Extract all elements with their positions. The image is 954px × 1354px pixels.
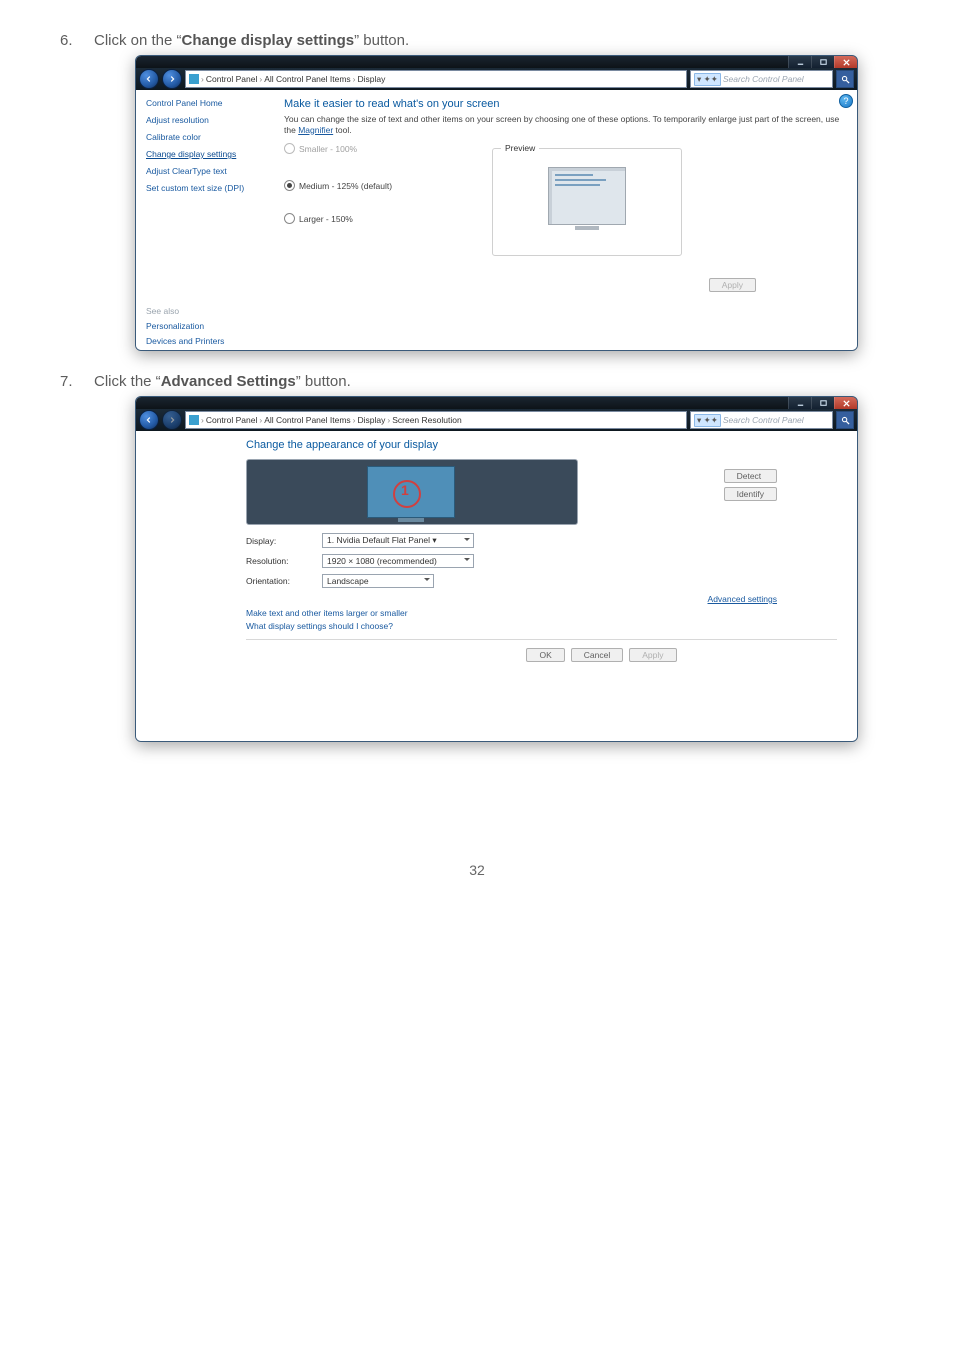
forward-button[interactable]: [162, 69, 182, 89]
what-settings-link[interactable]: What display settings should I choose?: [246, 621, 837, 631]
breadcrumb[interactable]: › Control Panel › All Control Panel Item…: [185, 70, 687, 88]
identify-button[interactable]: Identify: [724, 487, 777, 501]
close-button[interactable]: [834, 56, 857, 68]
search-icon[interactable]: [836, 411, 854, 429]
crumb-item[interactable]: All Control Panel Items: [264, 415, 350, 425]
see-also: See also Personalization Devices and Pri…: [146, 296, 264, 346]
control-panel-icon: [189, 74, 199, 84]
control-panel-icon: [189, 415, 199, 425]
text-size-link[interactable]: Make text and other items larger or smal…: [246, 608, 837, 618]
forward-button[interactable]: [162, 410, 182, 430]
back-button[interactable]: [139, 69, 159, 89]
breadcrumb[interactable]: › Control Panel › All Control Panel Item…: [185, 411, 687, 429]
crumb-item[interactable]: Display: [358, 74, 386, 84]
crumb-item[interactable]: All Control Panel Items: [264, 74, 350, 84]
step-6: 6. Click on the “Change display settings…: [60, 32, 894, 49]
radio-icon: [284, 143, 295, 154]
see-also-label: See also: [146, 306, 179, 316]
display-select[interactable]: 1. Nvidia Default Flat Panel ▾: [322, 533, 474, 548]
screenshot-display-window: › Control Panel › All Control Panel Item…: [135, 55, 858, 351]
page-number: 32: [60, 862, 894, 878]
divider: [246, 639, 837, 640]
sidebar-item-devices-printers[interactable]: Devices and Printers: [146, 336, 264, 346]
sidebar-item-home[interactable]: Control Panel Home: [146, 98, 264, 108]
maximize-button[interactable]: [811, 397, 834, 409]
advanced-settings-link[interactable]: Advanced settings: [708, 594, 777, 604]
step-number: 7.: [60, 373, 94, 390]
crumb-item[interactable]: Display: [358, 415, 386, 425]
minimize-button[interactable]: [788, 397, 811, 409]
resolution-label: Resolution:: [246, 556, 306, 566]
search-icon[interactable]: [836, 70, 854, 88]
display-label: Display:: [246, 536, 306, 546]
crumb-item[interactable]: Control Panel: [206, 74, 258, 84]
detect-button[interactable]: Detect: [724, 469, 777, 483]
step-text: Click the “Advanced Settings” button.: [94, 373, 351, 390]
sidebar-item-calibrate-color[interactable]: Calibrate color: [146, 132, 264, 142]
magnifier-link[interactable]: Magnifier: [298, 125, 333, 135]
search-chip: ▾ ✦✦: [694, 73, 721, 86]
search-input[interactable]: ▾ ✦✦ Search Control Panel: [690, 411, 833, 429]
search-input[interactable]: ▾ ✦✦ Search Control Panel: [690, 70, 833, 88]
apply-button: Apply: [629, 648, 676, 662]
screenshot-screen-resolution-window: › Control Panel › All Control Panel Item…: [135, 396, 858, 742]
ok-button[interactable]: OK: [526, 648, 564, 662]
sidebar-item-personalization[interactable]: Personalization: [146, 321, 264, 331]
crumb-item[interactable]: Screen Resolution: [392, 415, 461, 425]
step-7: 7. Click the “Advanced Settings” button.: [60, 373, 894, 390]
resolution-select[interactable]: 1920 × 1080 (recommended): [322, 554, 474, 568]
step-number: 6.: [60, 32, 94, 49]
search-placeholder: Search Control Panel: [723, 415, 804, 425]
step-text: Click on the “Change display settings” b…: [94, 32, 409, 49]
apply-button: Apply: [709, 278, 756, 292]
annotation-number: 1: [401, 482, 409, 498]
preview-group: Preview: [492, 148, 682, 256]
maximize-button[interactable]: [811, 56, 834, 68]
close-button[interactable]: [834, 397, 857, 409]
page-title: Change the appearance of your display: [246, 439, 837, 451]
back-button[interactable]: [139, 410, 159, 430]
display-arrangement[interactable]: 1: [246, 459, 578, 525]
crumb-item[interactable]: Control Panel: [206, 415, 258, 425]
monitor-icon: [548, 167, 626, 225]
address-bar: › Control Panel › All Control Panel Item…: [136, 68, 857, 90]
content-pane: Make it easier to read what's on your sc…: [272, 90, 857, 350]
search-placeholder: Search Control Panel: [723, 74, 804, 84]
preview-legend: Preview: [501, 143, 539, 153]
sidebar-item-adjust-resolution[interactable]: Adjust resolution: [146, 115, 264, 125]
search-chip: ▾ ✦✦: [694, 414, 721, 427]
sidebar-item-cleartype[interactable]: Adjust ClearType text: [146, 166, 264, 176]
address-bar: › Control Panel › All Control Panel Item…: [136, 409, 857, 431]
sidebar: Control Panel Home Adjust resolution Cal…: [136, 90, 272, 350]
radio-icon: [284, 213, 295, 224]
page-title: Make it easier to read what's on your sc…: [284, 98, 841, 110]
content-pane: Change the appearance of your display 1 …: [136, 431, 857, 741]
sidebar-item-dpi[interactable]: Set custom text size (DPI): [146, 183, 264, 193]
window-titlebar: [136, 56, 857, 68]
sidebar-item-change-display-settings[interactable]: Change display settings: [146, 149, 264, 159]
cancel-button[interactable]: Cancel: [571, 648, 623, 662]
page-description: You can change the size of text and othe…: [284, 114, 841, 135]
window-titlebar: [136, 397, 857, 409]
orientation-label: Orientation:: [246, 576, 306, 586]
orientation-select[interactable]: Landscape: [322, 574, 434, 588]
radio-icon: [284, 180, 295, 191]
minimize-button[interactable]: [788, 56, 811, 68]
